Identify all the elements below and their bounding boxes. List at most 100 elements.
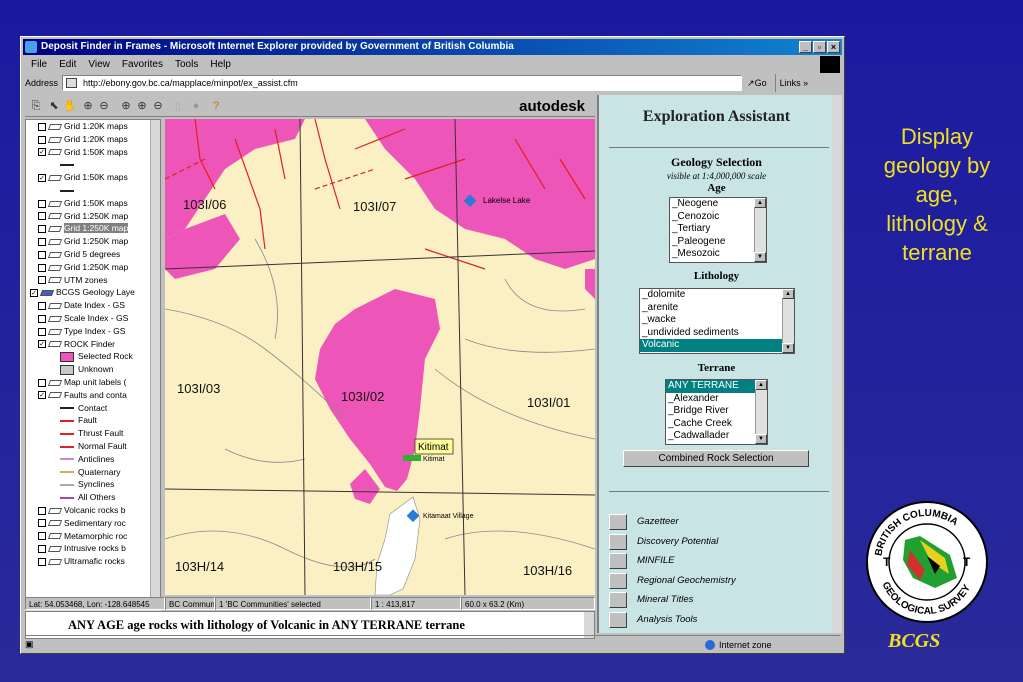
list-option[interactable]: _Bridge River <box>666 405 767 418</box>
layer-row[interactable] <box>26 158 160 171</box>
layer-row[interactable]: Metamorphic roc <box>26 530 160 543</box>
layer-checkbox[interactable] <box>38 199 46 208</box>
town-marker-icon[interactable] <box>403 455 421 461</box>
close-button[interactable]: × <box>827 41 840 53</box>
nav-link[interactable]: Analysis Tools <box>609 611 834 629</box>
pointer-icon[interactable]: ⬉ <box>47 99 61 113</box>
layer-checkbox[interactable]: ✓ <box>30 289 38 298</box>
layer-checkbox[interactable] <box>38 237 46 246</box>
zoom-prev-icon[interactable]: ⊕ <box>135 99 149 113</box>
help-icon[interactable]: ? <box>209 99 223 113</box>
layer-vertical-scrollbar[interactable] <box>150 120 160 618</box>
links-button[interactable]: Links » <box>774 74 808 92</box>
layer-row[interactable]: Normal Fault <box>26 440 160 453</box>
layer-checkbox[interactable] <box>38 276 46 285</box>
layer-row[interactable]: Grid 1:250K map <box>26 222 160 235</box>
list-option[interactable]: _Neogene <box>670 198 766 211</box>
nav-link[interactable]: Regional Geochemistry <box>609 572 834 590</box>
select-icon[interactable]: ▯ <box>171 99 185 113</box>
address-input[interactable]: http://ebony.gov.bc.ca/mapplace/minpot/e… <box>62 75 743 91</box>
layer-row[interactable]: Scale Index - GS <box>26 312 160 325</box>
layer-checkbox[interactable] <box>38 327 46 336</box>
pan-icon[interactable]: ✋ <box>63 99 77 113</box>
copy-icon[interactable]: ⎘ <box>29 99 43 113</box>
layer-row[interactable]: Fault <box>26 414 160 427</box>
layer-row[interactable]: Grid 1:20K maps <box>26 120 160 133</box>
scroll-up-icon[interactable]: ▲ <box>782 289 794 299</box>
layer-checkbox[interactable] <box>38 378 46 387</box>
menu-tools[interactable]: Tools <box>175 57 198 73</box>
nav-link[interactable]: Gazetteer <box>609 513 834 531</box>
list-option[interactable]: _Alexander <box>666 393 767 406</box>
layer-row[interactable]: Sedimentary roc <box>26 517 160 530</box>
lithology-select[interactable]: _dolomite _arenite _wacke _undivided sedime… <box>639 288 795 354</box>
list-option[interactable]: _Cenozoic <box>670 211 766 224</box>
zoom-full-icon[interactable]: ⊖ <box>151 99 165 113</box>
layer-row[interactable]: Synclines <box>26 478 160 491</box>
layer-checkbox[interactable] <box>38 212 46 221</box>
menu-file[interactable]: File <box>31 57 47 73</box>
menu-view[interactable]: View <box>88 57 110 73</box>
layer-row[interactable]: Contact <box>26 402 160 415</box>
list-option[interactable]: ANY TERRANE <box>666 380 767 393</box>
layer-row[interactable]: Unknown <box>26 363 160 376</box>
layer-row[interactable]: Date Index - GS <box>26 299 160 312</box>
list-option[interactable]: _Mesozoic <box>670 248 766 261</box>
layer-checkbox[interactable]: ✓ <box>38 340 46 349</box>
layer-row[interactable]: Grid 1:50K maps <box>26 197 160 210</box>
go-button[interactable]: ↗Go <box>747 74 767 92</box>
list-option[interactable]: Volcanic <box>640 339 794 352</box>
layer-row[interactable]: Grid 1:250K map <box>26 210 160 223</box>
layer-checkbox[interactable] <box>38 506 46 515</box>
layer-checkbox[interactable] <box>38 557 46 566</box>
layer-row[interactable]: Ultramafic rocks <box>26 555 160 568</box>
nav-button[interactable] <box>609 611 627 628</box>
layer-row[interactable]: Anticlines <box>26 453 160 466</box>
layer-row[interactable]: Quaternary <box>26 466 160 479</box>
layer-row[interactable]: ✓ ROCK Finder <box>26 338 160 351</box>
nav-link[interactable]: Discovery Potential <box>609 533 834 551</box>
layer-row[interactable]: UTM zones <box>26 274 160 287</box>
list-option[interactable]: _Tertiary <box>670 223 766 236</box>
layer-row[interactable]: Grid 1:250K map <box>26 235 160 248</box>
list-option[interactable]: _wacke <box>640 314 794 327</box>
layer-checkbox[interactable] <box>38 250 46 259</box>
layer-checkbox[interactable]: ✓ <box>38 173 46 182</box>
nav-button[interactable] <box>609 553 627 569</box>
terrane-select[interactable]: ANY TERRANE _Alexander _Bridge River _Cache… <box>665 379 768 445</box>
layer-row[interactable]: Map unit labels ( <box>26 376 160 389</box>
nav-button[interactable] <box>609 514 627 530</box>
layer-checkbox[interactable] <box>38 135 46 144</box>
layer-row[interactable] <box>26 184 160 197</box>
layer-row[interactable]: Volcanic rocks b <box>26 504 160 517</box>
nav-button[interactable] <box>609 533 627 550</box>
layer-row[interactable]: ✓ Faults and conta <box>26 389 160 402</box>
layer-checkbox[interactable] <box>38 519 46 528</box>
menu-help[interactable]: Help <box>210 57 231 73</box>
layer-checkbox[interactable] <box>38 122 46 131</box>
scroll-up-icon[interactable]: ▲ <box>755 380 767 390</box>
menu-edit[interactable]: Edit <box>59 57 76 73</box>
scroll-down-icon[interactable]: ▼ <box>754 252 766 262</box>
list-option[interactable]: _dolomite <box>640 289 794 302</box>
layer-row[interactable]: Grid 1:250K map <box>26 261 160 274</box>
layer-checkbox[interactable] <box>38 545 46 554</box>
layer-row[interactable]: ✓ BCGS Geology Laye <box>26 286 160 299</box>
layer-checkbox[interactable] <box>38 314 46 323</box>
layer-checkbox[interactable] <box>38 225 46 234</box>
map-canvas[interactable]: 103I/06 103I/07 103I/03 103I/02 103I/01 … <box>165 119 595 595</box>
layer-checkbox[interactable]: ✓ <box>38 148 46 157</box>
layer-row[interactable]: ✓ Grid 1:50K maps <box>26 146 160 159</box>
combined-rock-selection-button[interactable]: Combined Rock Selection <box>623 450 809 467</box>
list-option[interactable]: _arenite <box>640 302 794 315</box>
scroll-down-icon[interactable]: ▼ <box>782 343 794 353</box>
list-option[interactable]: _Cache Creek <box>666 418 767 431</box>
layer-row[interactable]: All Others <box>26 491 160 504</box>
scroll-down-icon[interactable]: ▼ <box>755 434 767 444</box>
list-option[interactable]: _Paleogene <box>670 236 766 249</box>
layer-row[interactable]: Type Index - GS <box>26 325 160 338</box>
nav-button[interactable] <box>609 592 627 608</box>
nav-link[interactable]: Mineral Titles <box>609 591 834 609</box>
stop-icon[interactable]: ● <box>189 99 203 113</box>
layer-row[interactable]: Selected Rock <box>26 350 160 363</box>
